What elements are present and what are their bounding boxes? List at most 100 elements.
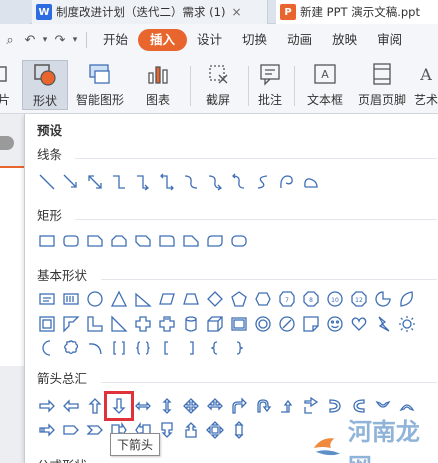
basic-shape-7-icon[interactable] — [179, 287, 203, 311]
basic-shape-c-9-icon[interactable] — [227, 336, 251, 360]
basic-shape-b-13-icon[interactable] — [323, 312, 347, 336]
basic-shape-11-icon[interactable]: 7 — [275, 287, 299, 311]
picture-button[interactable]: 片 — [0, 60, 14, 110]
basic-shape-b-6-icon[interactable] — [155, 312, 179, 336]
basic-shape-b-8-icon[interactable] — [203, 312, 227, 336]
line-shape-9-icon[interactable] — [227, 170, 251, 194]
rectangle-shape-7-icon[interactable] — [179, 229, 203, 253]
arrow-shape-b-9-icon[interactable] — [227, 418, 251, 442]
redo-icon[interactable]: ↷ — [50, 33, 70, 48]
line-shape-1-icon[interactable] — [35, 170, 59, 194]
basic-shape-9-icon[interactable] — [227, 287, 251, 311]
rectangle-shape-9-icon[interactable] — [227, 229, 251, 253]
arrow-shape-b-8-icon[interactable] — [203, 418, 227, 442]
basic-shape-b-15-icon[interactable] — [371, 312, 395, 336]
arrow-shape-10-icon[interactable] — [251, 394, 275, 418]
basic-shape-8-icon[interactable] — [203, 287, 227, 311]
arrow-shape-5-icon[interactable] — [131, 394, 155, 418]
line-shape-3-icon[interactable] — [83, 170, 107, 194]
close-icon[interactable]: × — [231, 5, 241, 19]
line-shape-4-icon[interactable] — [107, 170, 131, 194]
basic-shape-c-2-icon[interactable] — [59, 336, 83, 360]
arrow-shape-b-7-icon[interactable] — [179, 418, 203, 442]
basic-shape-c-7-icon[interactable] — [179, 336, 203, 360]
undo-icon[interactable]: ↶ — [20, 33, 40, 48]
basic-shape-b-4-icon[interactable] — [107, 312, 131, 336]
document-tab-word[interactable]: W 制度改进计划（迭代二）需求 (1) × — [32, 0, 268, 24]
line-shape-6-icon[interactable] — [155, 170, 179, 194]
line-shape-5-icon[interactable] — [131, 170, 155, 194]
basic-shape-c-6-icon[interactable] — [155, 336, 179, 360]
arrow-shape-8-icon[interactable] — [203, 394, 227, 418]
basic-shape-3-icon[interactable] — [83, 287, 107, 311]
textbox-button[interactable]: A 文本框 — [300, 60, 350, 110]
menu-transition[interactable]: 切换 — [232, 29, 277, 51]
basic-shape-5-icon[interactable] — [131, 287, 155, 311]
line-shape-10-icon[interactable] — [251, 170, 275, 194]
basic-shape-14-icon[interactable]: 12 — [347, 287, 371, 311]
basic-shape-15-icon[interactable] — [371, 287, 395, 311]
arrow-shape-1-icon[interactable] — [35, 394, 59, 418]
chevron-down-icon[interactable]: ▾ — [70, 35, 80, 45]
rectangle-shape-2-icon[interactable] — [59, 229, 83, 253]
basic-shape-b-12-icon[interactable] — [299, 312, 323, 336]
basic-shape-10-icon[interactable] — [251, 287, 275, 311]
arrow-shape-b-1-icon[interactable] — [35, 418, 59, 442]
chevron-down-icon[interactable]: ▾ — [40, 35, 50, 45]
smartart-button[interactable]: 智能图形 — [74, 60, 126, 110]
basic-shape-c-1-icon[interactable] — [35, 336, 59, 360]
basic-shape-16-icon[interactable] — [395, 287, 419, 311]
arrow-shape-2-icon[interactable] — [59, 394, 83, 418]
line-shape-2-icon[interactable] — [59, 170, 83, 194]
arrow-shape-9-icon[interactable] — [227, 394, 251, 418]
basic-shape-b-9-icon[interactable] — [227, 312, 251, 336]
header-footer-button[interactable]: 页眉页脚 — [356, 60, 408, 110]
arrow-shape-3-icon[interactable] — [83, 394, 107, 418]
basic-shape-c-3-icon[interactable] — [83, 336, 107, 360]
menu-start[interactable]: 开始 — [93, 29, 138, 51]
basic-shape-6-icon[interactable] — [155, 287, 179, 311]
document-tab-ppt[interactable]: P 新建 PPT 演示文稿.ppt — [276, 0, 438, 24]
screenshot-button[interactable]: 截屏 — [198, 60, 238, 110]
rectangle-shape-4-icon[interactable] — [107, 229, 131, 253]
arrow-shape-b-2-icon[interactable] — [59, 418, 83, 442]
down-arrow-shape-icon[interactable] — [104, 391, 134, 421]
basic-shape-12-icon[interactable]: 8 — [299, 287, 323, 311]
basic-shape-1-icon[interactable] — [35, 287, 59, 311]
line-shape-12-icon[interactable] — [299, 170, 323, 194]
basic-shape-b-10-icon[interactable] — [251, 312, 275, 336]
rectangle-shape-8-icon[interactable] — [203, 229, 227, 253]
menu-insert[interactable]: 插入 — [138, 29, 188, 51]
pane-toggle[interactable] — [0, 136, 14, 150]
basic-shape-c-8-icon[interactable] — [203, 336, 227, 360]
line-shape-11-icon[interactable] — [275, 170, 299, 194]
basic-shape-b-5-icon[interactable] — [131, 312, 155, 336]
basic-shape-2-icon[interactable] — [59, 287, 83, 311]
menu-review[interactable]: 审阅 — [367, 29, 412, 51]
basic-shape-b-3-icon[interactable] — [83, 312, 107, 336]
rectangle-shape-1-icon[interactable] — [35, 229, 59, 253]
basic-shape-b-1-icon[interactable] — [35, 312, 59, 336]
rectangle-shape-5-icon[interactable] — [131, 229, 155, 253]
comment-button[interactable]: 批注 — [254, 60, 286, 110]
arrow-shape-11-icon[interactable] — [275, 394, 299, 418]
rectangle-shape-3-icon[interactable] — [83, 229, 107, 253]
line-shape-8-icon[interactable] — [203, 170, 227, 194]
slide-thumbnail[interactable] — [0, 166, 24, 366]
basic-shape-b-7-icon[interactable] — [179, 312, 203, 336]
menu-slideshow[interactable]: 放映 — [322, 29, 367, 51]
arrow-shape-b-3-icon[interactable] — [83, 418, 107, 442]
arrow-shape-6-icon[interactable] — [155, 394, 179, 418]
rectangle-shape-6-icon[interactable] — [155, 229, 179, 253]
basic-shape-b-2-icon[interactable] — [59, 312, 83, 336]
search-icon[interactable]: ⌕ — [0, 33, 20, 48]
basic-shape-b-14-icon[interactable] — [347, 312, 371, 336]
basic-shape-13-icon[interactable]: 10 — [323, 287, 347, 311]
basic-shape-4-icon[interactable] — [107, 287, 131, 311]
wordart-button[interactable]: A 艺术 — [414, 60, 438, 110]
chart-button[interactable]: 图表 — [138, 60, 178, 110]
basic-shape-b-16-icon[interactable] — [395, 312, 419, 336]
line-shape-7-icon[interactable] — [179, 170, 203, 194]
arrow-shape-7-icon[interactable] — [179, 394, 203, 418]
shapes-button[interactable]: 形状 — [22, 60, 68, 110]
